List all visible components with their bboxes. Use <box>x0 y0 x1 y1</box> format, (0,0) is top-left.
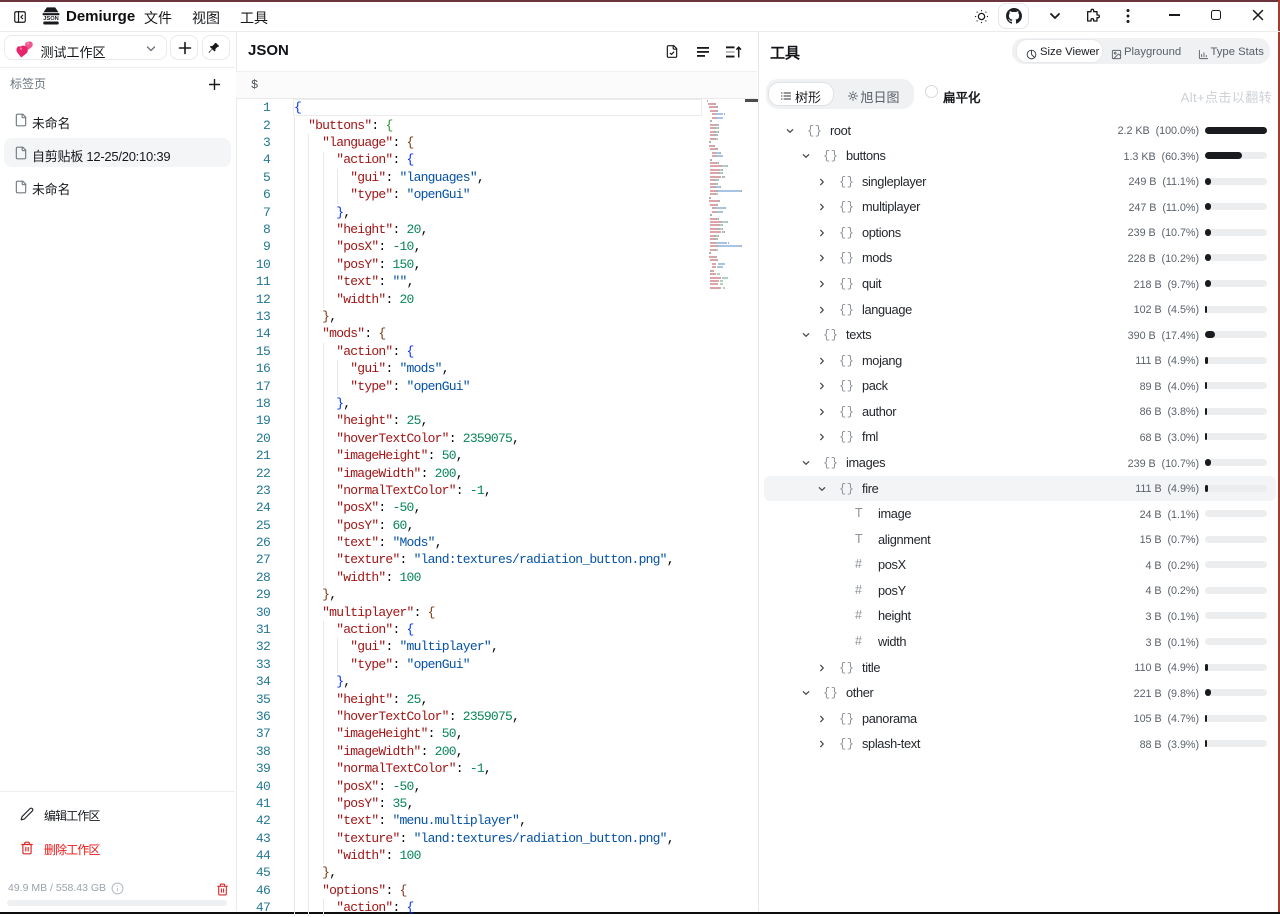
svg-text:JSON: JSON <box>43 16 59 22</box>
